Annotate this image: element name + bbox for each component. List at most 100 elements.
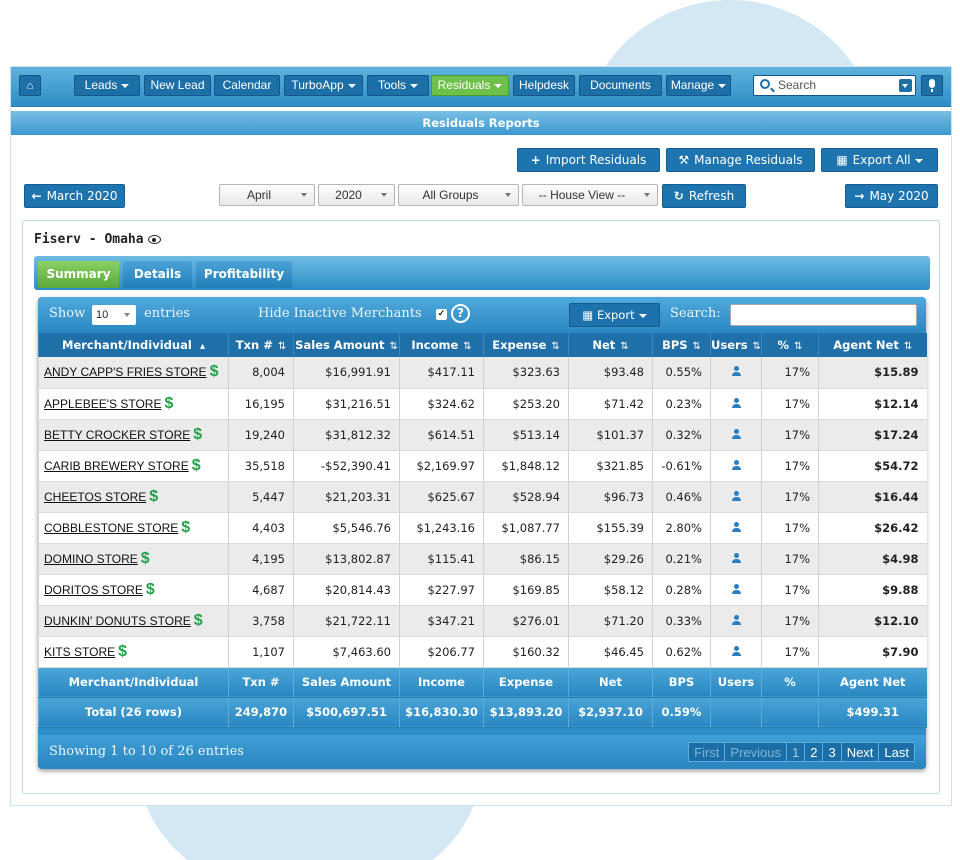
dollar-icon[interactable]: $ [192,457,201,474]
page-1[interactable]: 1 [785,742,806,762]
cell-net: $321.85 [568,450,653,482]
merchant-link[interactable]: COBBLESTONE STORE [44,521,178,535]
search-placeholder: Search [778,78,817,92]
year-select[interactable]: 2020 [318,184,395,206]
microphone-button[interactable] [921,75,943,96]
cell-txn: 19,240 [228,419,294,451]
export-icon: ▦ [836,153,848,167]
user-icon[interactable] [731,521,741,532]
merchant-link[interactable]: ANDY CAPP'S FRIES STORE [44,365,207,379]
grid-toolbar: Show 10 entries Hide Inactive Merchants … [38,297,926,333]
tab-summary[interactable]: Summary [38,261,119,288]
user-icon[interactable] [731,490,741,501]
dollar-icon[interactable]: $ [146,581,155,598]
home-button[interactable]: ⌂ [19,75,41,96]
dollar-icon[interactable]: $ [141,550,150,567]
column-header[interactable]: Sales Amount ⇅ [293,333,400,357]
merchant-link[interactable]: KITS STORE [44,645,115,659]
user-icon[interactable] [731,459,741,470]
merchant-link[interactable]: APPLEBEE'S STORE [44,397,161,411]
user-icon[interactable] [731,583,741,594]
cell-net: $29.26 [568,543,653,575]
user-icon[interactable] [731,366,741,377]
eye-icon[interactable] [147,235,161,244]
dollar-icon[interactable]: $ [193,426,202,443]
refresh-button[interactable]: ↻ Refresh [662,184,746,208]
page-2[interactable]: 2 [804,742,824,762]
user-icon[interactable] [731,397,741,408]
hide-inactive-checkbox[interactable]: ✓ [436,309,447,320]
merchant-link[interactable]: CHEETOS STORE [44,490,146,504]
column-header[interactable]: % ⇅ [761,333,819,357]
tab-profitability[interactable]: Profitability [196,261,292,288]
column-header[interactable]: Income ⇅ [399,333,484,357]
help-icon[interactable]: ? [451,304,470,323]
nav-search-input[interactable]: Search [753,75,916,96]
dollar-icon[interactable]: $ [164,395,173,412]
home-icon: ⌂ [26,80,34,92]
page-last[interactable]: Last [878,742,915,762]
cell-txn: 16,195 [228,388,294,420]
total-agent: $499.31 [818,697,927,728]
column-header[interactable]: Agent Net ⇅ [818,333,927,357]
column-header[interactable]: Net ⇅ [568,333,653,357]
month-select[interactable]: April [219,184,315,206]
page-next[interactable]: Next [840,742,880,762]
nav-item-residuals[interactable]: Residuals [431,75,509,96]
chevron-down-icon [494,83,503,88]
view-select[interactable]: -- House View -- [522,184,658,206]
entries-length-select[interactable]: 10 [92,305,136,325]
column-header[interactable]: BPS ⇅ [652,333,711,357]
nav-item-helpdesk[interactable]: Helpdesk [513,75,575,96]
merchant-link[interactable]: DUNKIN' DONUTS STORE [44,614,191,628]
next-month-button[interactable]: → May 2020 [845,184,938,208]
nav-item-tools[interactable]: Tools [367,75,429,96]
user-icon[interactable] [731,428,741,439]
nav-item-turboapp[interactable]: TurboApp [284,75,363,96]
search-dropdown-icon[interactable] [899,79,912,92]
nav-item-new-lead[interactable]: New Lead [144,75,211,96]
total-label: Total (26 rows) [38,697,229,728]
dollar-icon[interactable]: $ [194,612,203,629]
dollar-icon[interactable]: $ [181,519,190,536]
user-icon[interactable] [731,552,741,563]
merchant-link[interactable]: DORITOS STORE [44,583,143,597]
column-header[interactable]: Merchant/Individual ▴ [38,333,229,357]
dollar-icon[interactable]: $ [210,363,219,380]
tab-details[interactable]: Details [123,261,192,288]
dollar-icon[interactable]: $ [118,643,127,660]
cell-agent-net: $7.90 [818,636,927,668]
nav-item-manage[interactable]: Manage [666,75,731,96]
page-3[interactable]: 3 [822,742,842,762]
prev-month-button[interactable]: ← March 2020 [24,184,125,208]
grid-export-button[interactable]: ▦ Export [569,303,660,327]
import-residuals-button[interactable]: + Import Residuals [517,148,660,172]
user-icon[interactable] [731,645,741,656]
group-select[interactable]: All Groups [398,184,519,206]
cell-income: $625.67 [399,481,484,513]
sort-icon: ⇅ [752,341,761,352]
nav-item-leads[interactable]: Leads [74,75,140,96]
nav-item-calendar[interactable]: Calendar [214,75,280,96]
residuals-table: Merchant/Individual ▴ Txn # ⇅ Sales Amount ⇅… [38,333,927,728]
merchant-link[interactable]: CARIB BREWERY STORE [44,459,189,473]
table-row: KITS STORE $1,107 $7,463.60 $206.77 $160.32 $… [38,636,927,668]
column-header[interactable]: Txn # ⇅ [228,333,294,357]
export-all-button[interactable]: ▦ Export All [821,148,938,172]
merchant-link[interactable]: BETTY CROCKER STORE [44,428,190,442]
cell-net: $101.37 [568,419,653,451]
page-previous[interactable]: Previous [724,742,787,762]
user-icon[interactable] [731,614,741,625]
column-header[interactable]: Expense ⇅ [483,333,569,357]
cell-agent-net: $12.14 [818,388,927,420]
dollar-icon[interactable]: $ [149,488,158,505]
page-first[interactable]: First [688,742,726,762]
nav-item-documents[interactable]: Documents [579,75,662,96]
cell-net: $93.48 [568,357,653,389]
manage-residuals-button[interactable]: ⚒ Manage Residuals [666,148,815,172]
merchant-link[interactable]: DOMINO STORE [44,552,138,566]
cell-expense: $276.01 [483,605,569,637]
grid-search-input[interactable] [730,304,917,326]
column-header[interactable]: Users ⇅ [710,333,762,357]
cell-txn: 35,518 [228,450,294,482]
